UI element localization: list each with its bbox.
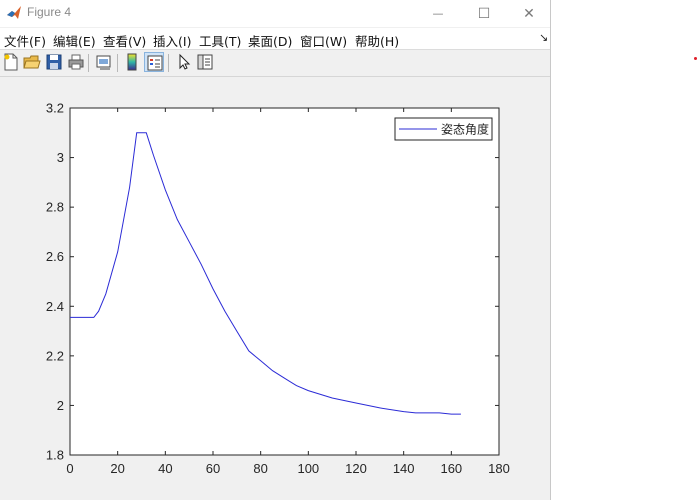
window-title: Figure 4	[27, 5, 72, 19]
x-tick-label: 160	[440, 461, 462, 476]
menu-bar: 文件(F) 编辑(E) 查看(V) 插入(I) 工具(T) 桌面(D) 窗口(W…	[0, 28, 550, 50]
property-inspector-button[interactable]	[195, 52, 215, 72]
link-plot-icon	[96, 55, 111, 70]
menu-view[interactable]: 查看(V)	[103, 31, 146, 50]
minimize-icon: —	[432, 7, 444, 20]
open-folder-icon	[23, 55, 41, 69]
menu-window[interactable]: 窗口(W)	[300, 31, 347, 50]
menu-insert[interactable]: 插入(I)	[153, 31, 191, 50]
save-button[interactable]	[44, 52, 64, 72]
edit-plot-button[interactable]	[174, 52, 194, 72]
legend-button[interactable]	[144, 52, 164, 72]
toolbar-separator	[168, 54, 169, 72]
x-tick-label: 60	[206, 461, 220, 476]
y-tick-label: 2.2	[46, 348, 64, 363]
toolbar-separator	[117, 54, 118, 72]
figure-canvas: 0 20 40 60 80 100 120 140 160 180 1.8 2 2.2 2.4 2.6 2.8…	[0, 77, 550, 500]
x-tick-label: 0	[66, 461, 73, 476]
maximize-button[interactable]: ☐	[461, 0, 507, 27]
property-inspector-icon	[197, 54, 213, 70]
maximize-icon: ☐	[477, 5, 491, 22]
new-figure-button[interactable]	[1, 52, 21, 72]
axes-box	[69, 107, 500, 456]
link-plot-button[interactable]	[94, 52, 114, 72]
x-tick-label: 80	[253, 461, 267, 476]
close-icon: ✕	[523, 5, 535, 22]
x-tick-label: 40	[158, 461, 172, 476]
print-button[interactable]	[66, 52, 86, 72]
dock-arrow-icon[interactable]: ↘	[539, 31, 548, 44]
open-button[interactable]	[22, 52, 42, 72]
menu-edit[interactable]: 编辑(E)	[53, 31, 96, 50]
figure-toolbar	[0, 50, 550, 77]
x-tick-label: 120	[345, 461, 367, 476]
minimize-button[interactable]: —	[415, 0, 461, 27]
toolbar-separator	[88, 54, 89, 72]
matlab-logo-icon	[6, 5, 22, 21]
edit-plot-icon	[179, 53, 191, 70]
x-tick-label: 100	[297, 461, 319, 476]
x-tick-label: 180	[488, 461, 510, 476]
y-tick-label: 2	[57, 398, 64, 413]
print-icon	[68, 54, 84, 70]
y-tick-label: 3	[57, 150, 64, 165]
y-tick-label: 3.2	[46, 101, 64, 116]
legend-label: 姿态角度	[441, 122, 489, 137]
menu-file[interactable]: 文件(F)	[4, 31, 46, 50]
insert-colorbar-icon	[127, 53, 137, 71]
colorbar-button[interactable]	[122, 52, 142, 72]
insert-legend-icon	[147, 55, 163, 71]
menu-help[interactable]: 帮助(H)	[355, 31, 399, 50]
plot-canvas: 0 20 40 60 80 100 120 140 160 180 1.8 2 2.2 2.4 2.6 2.8…	[46, 101, 510, 477]
title-bar[interactable]: Figure 4 — ☐ ✕	[0, 0, 550, 27]
figure-window: Figure 4 — ☐ ✕ 文件(F) 编辑(E) 查看(V) 插入(I) 工…	[0, 0, 551, 500]
y-tick-label: 2.6	[46, 249, 64, 264]
y-tick-label: 1.8	[46, 448, 64, 463]
save-icon	[46, 54, 62, 70]
y-tick-label: 2.4	[46, 299, 64, 314]
x-tick-label: 20	[110, 461, 124, 476]
menu-tools[interactable]: 工具(T)	[199, 31, 241, 50]
y-tick-label: 2.8	[46, 200, 64, 215]
x-tick-label: 140	[393, 461, 415, 476]
close-button[interactable]: ✕	[506, 0, 552, 27]
menu-desktop[interactable]: 桌面(D)	[248, 31, 292, 50]
status-dot	[694, 57, 697, 60]
new-figure-icon	[4, 53, 18, 71]
